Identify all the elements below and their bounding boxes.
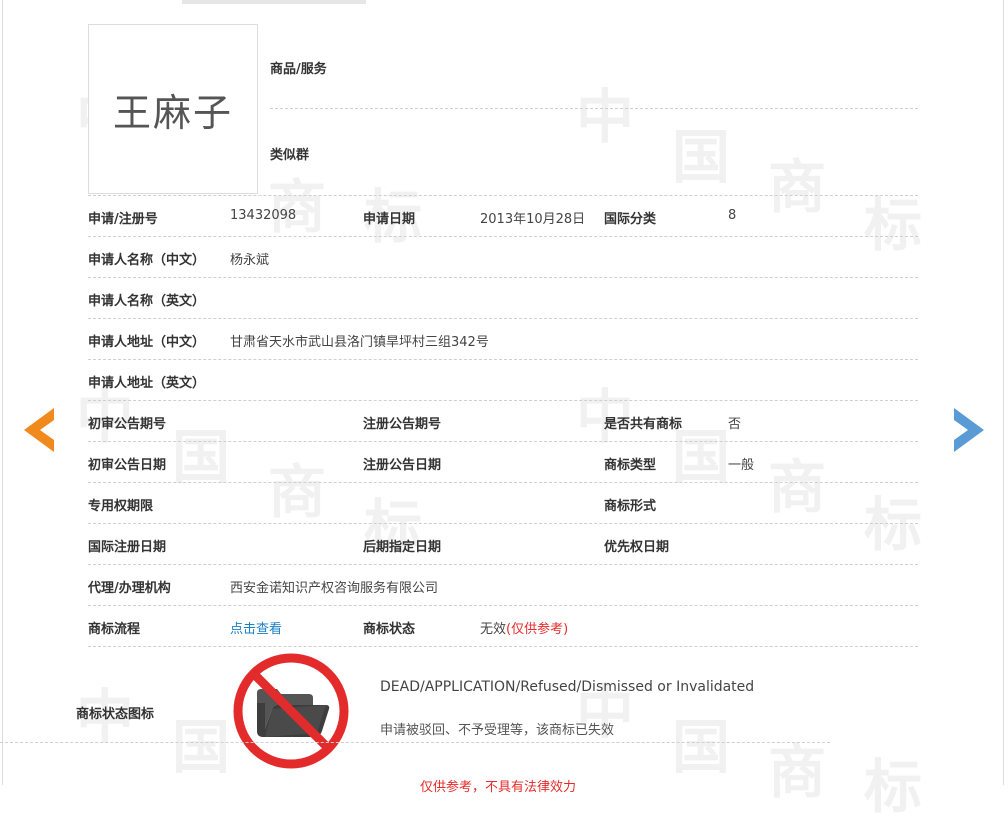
status-value: 无效(仅供参考): [480, 618, 568, 637]
applicant-cn-label: 申请人名称（中文）: [88, 253, 206, 268]
arrow-left-icon[interactable]: [20, 404, 60, 456]
priority-date-label: 优先权日期: [604, 540, 670, 555]
app-date-label: 申请日期: [363, 212, 416, 227]
tm-type-value: 一般: [728, 458, 755, 473]
address-en-label: 申请人地址（英文）: [88, 376, 206, 391]
prelim-pub-no-label: 初审公告期号: [88, 417, 167, 432]
info-row: 国际注册日期 后期指定日期 优先权日期: [88, 523, 918, 564]
later-designation-date-label: 后期指定日期: [363, 540, 442, 555]
tm-form-label: 商标形式: [604, 499, 657, 514]
arrow-right-icon[interactable]: [948, 404, 988, 456]
info-row: 初审公告期号 注册公告期号 是否共有商标 否: [88, 400, 918, 441]
similar-group-label: 类似群: [270, 148, 310, 163]
info-row: 申请人名称（中文） 杨永斌: [88, 236, 918, 277]
tm-type-label: 商标类型: [604, 458, 657, 473]
exclusive-period-label: 专用权期限: [88, 499, 154, 514]
info-row: 申请人地址（英文）: [88, 359, 918, 400]
trademark-image-text: 王麻子: [112, 90, 233, 135]
status-label: 商标状态: [363, 622, 416, 637]
app-date-value: 2013年10月28日: [480, 212, 586, 227]
address-cn-value: 甘肃省天水市武山县洛门镇旱坪村三组342号: [230, 335, 489, 350]
intl-class-label: 国际分类: [604, 212, 657, 227]
divider: [0, 742, 830, 743]
agent-value: 西安金诺知识产权咨询服务有限公司: [230, 581, 439, 596]
flow-view-link[interactable]: 点击查看: [230, 618, 282, 637]
folder-prohibited-icon: [233, 653, 349, 769]
intl-class-value: 8: [728, 208, 737, 223]
disclaimer-text: 仅供参考，不具有法律效力: [420, 780, 577, 795]
status-icon-row: 商标状态图标 DEAD/APPLICATION/Refused/Dismisse…: [76, 646, 918, 777]
agent-label: 代理/办理机构: [88, 581, 171, 596]
goods-services-label: 商品/服务: [270, 62, 327, 77]
divider: [270, 108, 918, 109]
shared-label: 是否共有商标: [604, 417, 683, 432]
info-row: 初审公告日期 注册公告日期 商标类型 一般: [88, 441, 918, 482]
trademark-info-table: 申请/注册号 13432098 申请日期 2013年10月28日 国际分类 8 …: [76, 195, 918, 777]
status-description-cn: 申请被驳回、不予受理等，该商标已失效: [380, 723, 615, 738]
flow-label: 商标流程: [88, 622, 141, 637]
reg-no-label: 申请/注册号: [88, 212, 158, 227]
status-note: (仅供参考): [506, 622, 569, 637]
top-tab-strip: [182, 0, 366, 4]
address-cn-label: 申请人地址（中文）: [88, 335, 206, 350]
info-row: 申请人地址（中文） 甘肃省天水市武山县洛门镇旱坪村三组342号: [88, 318, 918, 359]
trademark-image: 王麻子: [88, 24, 258, 194]
applicant-en-label: 申请人名称（英文）: [88, 294, 206, 309]
applicant-cn-value: 杨永斌: [230, 253, 270, 268]
reg-pub-no-label: 注册公告期号: [363, 417, 442, 432]
reg-pub-date-label: 注册公告日期: [363, 458, 442, 473]
reg-no-value: 13432098: [230, 208, 297, 223]
prelim-pub-date-label: 初审公告日期: [88, 458, 167, 473]
info-row: 专用权期限 商标形式: [88, 482, 918, 523]
info-row: 代理/办理机构 西安金诺知识产权咨询服务有限公司: [88, 564, 918, 605]
status-description-en: DEAD/APPLICATION/Refused/Dismissed or In…: [380, 679, 755, 695]
info-row: 申请/注册号 13432098 申请日期 2013年10月28日 国际分类 8: [88, 195, 918, 236]
shared-value: 否: [728, 417, 742, 432]
info-row: 申请人名称（英文）: [88, 277, 918, 318]
intl-reg-date-label: 国际注册日期: [88, 540, 167, 555]
info-row: 商标流程 点击查看 商标状态 无效(仅供参考): [88, 605, 918, 646]
status-text: 无效: [480, 622, 507, 637]
status-icon-label: 商标状态图标: [76, 707, 155, 722]
